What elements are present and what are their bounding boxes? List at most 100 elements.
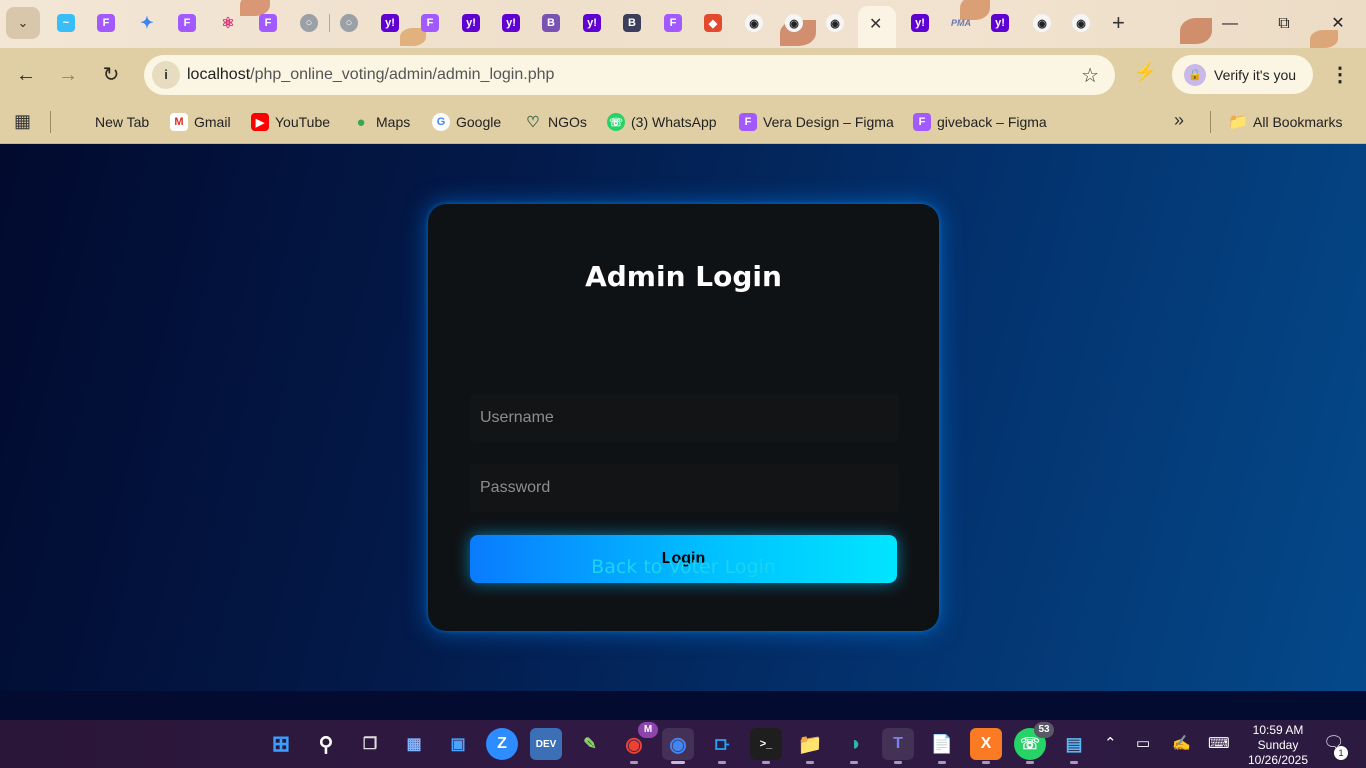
- bookmark-google[interactable]: G Google: [432, 111, 501, 133]
- bookmark-giveback[interactable]: F giveback – Figma: [913, 111, 1047, 133]
- notepad-app-icon[interactable]: ✎: [574, 728, 606, 760]
- minimize-button[interactable]: —: [1210, 10, 1250, 38]
- bookmark-youtube[interactable]: ▶ YouTube: [251, 111, 330, 133]
- bookmark-vera-design[interactable]: F Vera Design – Figma: [739, 111, 894, 133]
- edge-icon[interactable]: ◑: [838, 728, 870, 764]
- verify-label: Verify it's you: [1214, 67, 1297, 83]
- pen-icon[interactable]: ✍: [1172, 734, 1191, 752]
- tab-strip: ⌄ ~ F ✦ F ⚛ F ○ ○ y! F y! y! B y! B F ◆ …: [0, 0, 1366, 48]
- username-input[interactable]: [470, 394, 899, 442]
- bookmark-maps[interactable]: ● Maps: [352, 111, 410, 133]
- all-bookmarks-button[interactable]: 📁 All Bookmarks: [1228, 111, 1342, 133]
- tray-overflow-icon[interactable]: ⌃: [1104, 734, 1117, 752]
- bookmarks-separator: [1210, 111, 1211, 133]
- google-icon: G: [432, 113, 450, 131]
- performance-icon[interactable]: ⚡: [1134, 62, 1158, 86]
- address-host: localhost: [187, 66, 251, 83]
- figma-tab-icon[interactable]: F: [421, 14, 439, 32]
- page-footer: [0, 691, 1366, 720]
- tailwind-tab-icon[interactable]: ~: [57, 14, 75, 32]
- file-explorer-icon[interactable]: 📁: [794, 728, 826, 764]
- reload-button[interactable]: ↻: [98, 62, 124, 88]
- globe-tab-icon[interactable]: ○: [340, 14, 358, 32]
- gmail-icon: M: [170, 113, 188, 131]
- running-indicator: [718, 761, 726, 764]
- figma-tab-icon[interactable]: F: [178, 14, 196, 32]
- bootstrap-tab-icon[interactable]: B: [623, 14, 641, 32]
- bookmark-gmail[interactable]: M Gmail: [170, 111, 231, 133]
- yahoo-tab-icon[interactable]: y!: [502, 14, 520, 32]
- site-info-icon[interactable]: i: [152, 61, 180, 89]
- close-tab-icon[interactable]: ✕: [869, 14, 882, 34]
- youtube-icon: ▶: [251, 113, 269, 131]
- yahoo-tab-icon[interactable]: y!: [381, 14, 399, 32]
- keyboard-icon[interactable]: ⌨: [1208, 734, 1230, 752]
- verify-profile-button[interactable]: 🔒 Verify it's you: [1172, 55, 1313, 94]
- tab-separator: [329, 14, 330, 32]
- store-icon[interactable]: ▣: [442, 728, 474, 760]
- bookmarks-overflow-icon[interactable]: »: [1174, 110, 1184, 131]
- yahoo-tab-icon[interactable]: y!: [991, 14, 1009, 32]
- admin-login-card: Admin Login Login Back to Voter Login: [428, 204, 939, 631]
- bookmark-ngos[interactable]: ♡ NGOs: [524, 111, 587, 133]
- figma-tab-icon[interactable]: F: [97, 14, 115, 32]
- bootstrap-tab-icon[interactable]: B: [542, 14, 560, 32]
- heart-icon: ♡: [526, 114, 540, 131]
- bookmark-whatsapp[interactable]: ☏ (3) WhatsApp: [607, 111, 717, 133]
- xampp-icon[interactable]: X: [970, 728, 1002, 764]
- terminal-icon[interactable]: >_: [750, 728, 782, 764]
- back-button[interactable]: ←: [13, 62, 39, 88]
- figma-tab-icon[interactable]: F: [259, 14, 277, 32]
- restore-button[interactable]: ⧉: [1264, 10, 1304, 38]
- back-to-voter-login-link[interactable]: Back to Voter Login: [428, 556, 939, 578]
- profile-lock-icon: 🔒: [1184, 64, 1206, 86]
- notepad-icon[interactable]: ▤: [1058, 728, 1090, 764]
- search-icon[interactable]: ⚲: [310, 728, 342, 760]
- tab-search-button[interactable]: ⌄: [6, 7, 40, 39]
- start-windows-icon[interactable]: ⊞: [265, 728, 297, 760]
- chrome-profile-icon[interactable]: ◉ M: [618, 722, 658, 764]
- password-input[interactable]: [470, 464, 899, 512]
- running-indicator: [938, 761, 946, 764]
- close-window-button[interactable]: ✕: [1318, 10, 1358, 38]
- active-tab[interactable]: ✕: [858, 6, 896, 48]
- figma-icon: F: [913, 113, 931, 131]
- apps-grid-icon[interactable]: ▦: [14, 111, 34, 131]
- address-bar[interactable]: i localhost/php_online_voting/admin/admi…: [144, 55, 1115, 95]
- github-tab-icon[interactable]: ◉: [826, 14, 844, 32]
- folder-icon: 📁: [1228, 114, 1248, 131]
- running-indicator: [630, 761, 638, 764]
- react-tab-icon[interactable]: ⚛: [219, 14, 237, 32]
- battery-icon[interactable]: ▭: [1136, 734, 1150, 752]
- gemini-tab-icon[interactable]: ✦: [138, 14, 156, 32]
- bookmark-star-icon[interactable]: ☆: [1081, 63, 1099, 88]
- devhome-icon[interactable]: DEV: [530, 728, 562, 760]
- bookmark-label: (3) WhatsApp: [631, 114, 717, 130]
- yahoo-tab-icon[interactable]: y!: [911, 14, 929, 32]
- widgets-icon[interactable]: ▦: [398, 728, 430, 760]
- chrome-active-icon[interactable]: ◉: [662, 728, 694, 764]
- github-tab-icon[interactable]: ◉: [785, 14, 803, 32]
- figma-tab-icon[interactable]: F: [664, 14, 682, 32]
- forward-button[interactable]: →: [55, 62, 81, 88]
- brave-tab-icon[interactable]: ◆: [704, 14, 722, 32]
- whatsapp-glyph: ☏: [1019, 736, 1040, 753]
- bookmark-new-tab[interactable]: New Tab: [95, 111, 149, 133]
- browser-menu-icon[interactable]: ⋮: [1330, 62, 1350, 87]
- address-url[interactable]: localhost/php_online_voting/admin/admin_…: [187, 66, 554, 84]
- github-tab-icon[interactable]: ◉: [1033, 14, 1051, 32]
- yahoo-tab-icon[interactable]: y!: [462, 14, 480, 32]
- task-view-icon[interactable]: ❐: [354, 728, 386, 760]
- globe-tab-icon[interactable]: ○: [300, 14, 318, 32]
- github-tab-icon[interactable]: ◉: [745, 14, 763, 32]
- teams-icon[interactable]: T: [882, 728, 914, 764]
- whatsapp-taskbar-icon[interactable]: ☏ 53: [1014, 722, 1054, 764]
- vscode-icon[interactable]: ⟥: [706, 728, 738, 764]
- yahoo-tab-icon[interactable]: y!: [583, 14, 601, 32]
- new-tab-button[interactable]: +: [1112, 10, 1125, 36]
- system-clock[interactable]: 10:59 AM Sunday 10/26/2025: [1240, 723, 1316, 768]
- phpmyadmin-tab-icon[interactable]: PMA: [948, 14, 974, 32]
- github-tab-icon[interactable]: ◉: [1072, 14, 1090, 32]
- document-icon[interactable]: 📄: [926, 728, 958, 764]
- zoom-icon[interactable]: Z: [486, 728, 518, 760]
